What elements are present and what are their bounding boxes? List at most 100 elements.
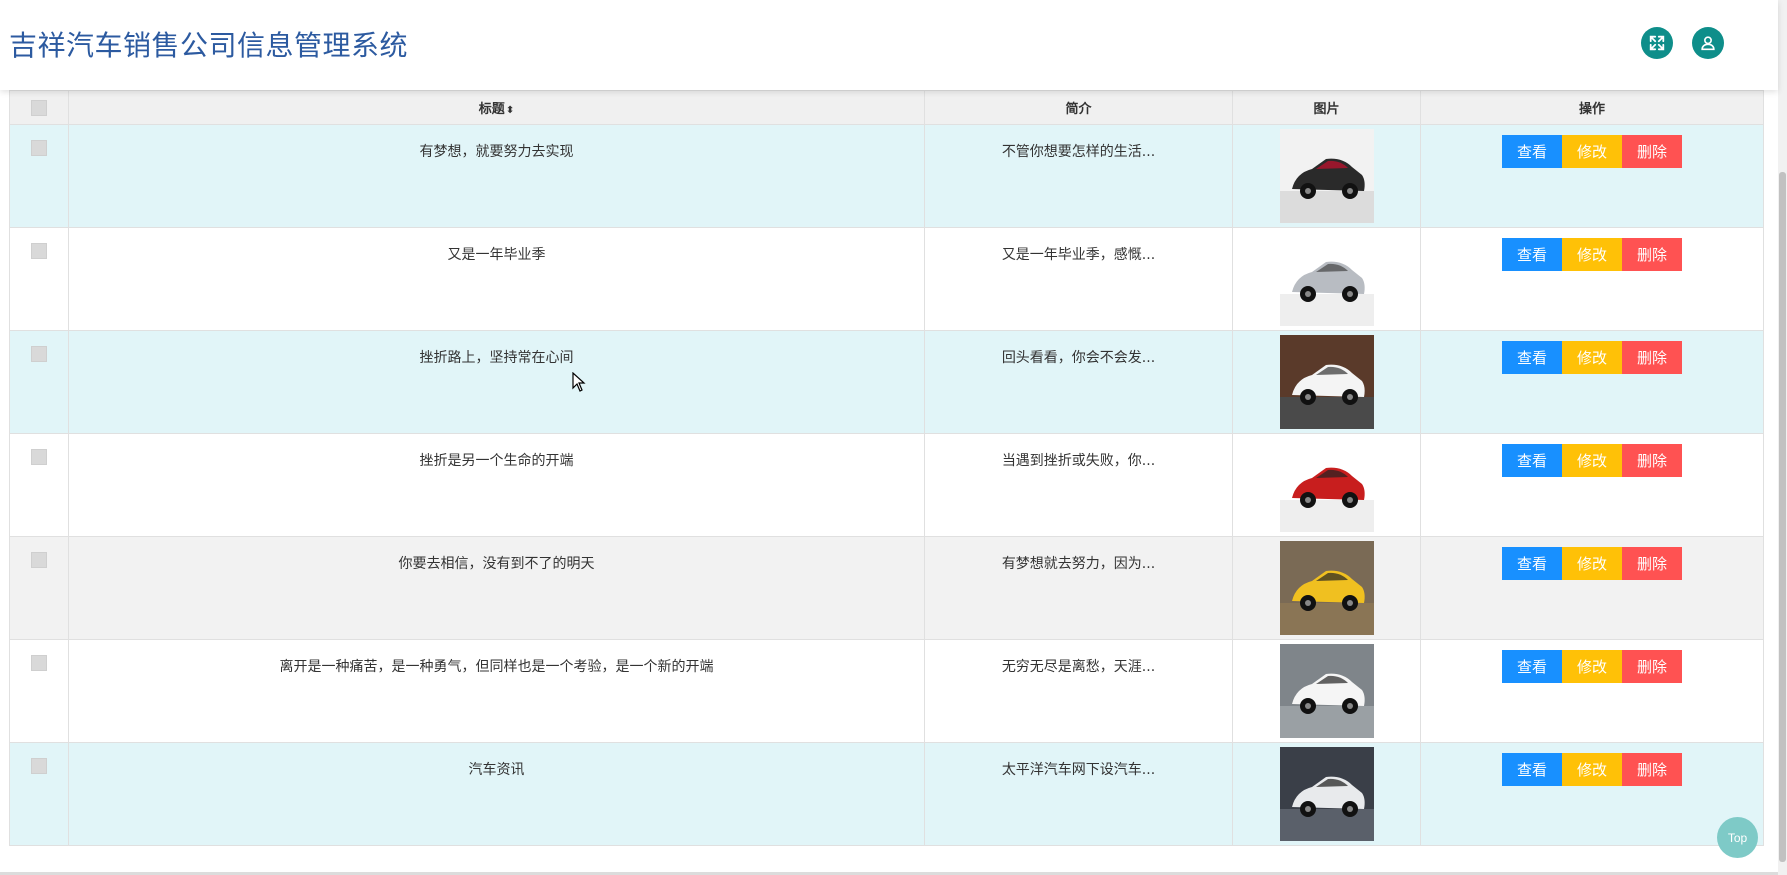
table-row[interactable]: 又是一年毕业季 又是一年毕业季，感慨... 查看 修改 删除 [9, 227, 1764, 331]
table-row[interactable]: 离开是一种痛苦，是一种勇气，但同样也是一个考验，是一个新的开端 无穷无尽是离愁，天… [9, 639, 1764, 743]
row-select-cell [9, 124, 69, 228]
car-image [1279, 335, 1374, 429]
row-summary: 无穷无尽是离愁，天涯... [1001, 659, 1156, 675]
edit-button[interactable]: 修改 [1562, 238, 1622, 271]
row-summary: 有梦想就去努力，因为... [1001, 556, 1156, 572]
row-title: 又是一年毕业季 [447, 247, 546, 263]
row-checkbox[interactable] [31, 552, 47, 568]
edit-button[interactable]: 修改 [1562, 341, 1622, 374]
edit-button[interactable]: 修改 [1562, 650, 1622, 683]
table-header-row: 标题⬍ 简介 图片 操作 [9, 90, 1764, 125]
back-to-top-button[interactable]: Top [1717, 817, 1758, 858]
image-cell [1232, 433, 1421, 537]
edit-button[interactable]: 修改 [1562, 547, 1622, 580]
row-select-cell [9, 639, 69, 743]
car-image [1279, 129, 1374, 223]
row-title: 离开是一种痛苦，是一种勇气，但同样也是一个考验，是一个新的开端 [279, 659, 714, 675]
fullscreen-icon[interactable] [1641, 27, 1673, 59]
column-header-title[interactable]: 标题⬍ [68, 90, 925, 125]
summary-cell: 回头看看，你会不会发... [924, 330, 1233, 434]
view-button[interactable]: 查看 [1502, 444, 1562, 477]
view-button[interactable]: 查看 [1502, 238, 1562, 271]
row-summary: 太平洋汽车网下设汽车... [1001, 762, 1156, 778]
delete-button[interactable]: 删除 [1622, 753, 1682, 786]
user-icon[interactable] [1692, 27, 1724, 59]
row-checkbox[interactable] [31, 758, 47, 774]
actions-cell: 查看 修改 删除 [1420, 330, 1764, 434]
row-checkbox[interactable] [31, 140, 47, 156]
select-all-cell [9, 90, 69, 125]
row-checkbox[interactable] [31, 346, 47, 362]
summary-cell: 当遇到挫折或失败，你... [924, 433, 1233, 537]
table-row[interactable]: 有梦想，就要努力去实现 不管你想要怎样的生活... 查看 修改 删除 [9, 124, 1764, 228]
row-select-cell [9, 227, 69, 331]
view-button[interactable]: 查看 [1502, 753, 1562, 786]
mouse-cursor-icon [572, 372, 586, 392]
row-summary: 不管你想要怎样的生活... [1001, 144, 1156, 160]
row-select-cell [9, 536, 69, 640]
title-cell: 汽车资讯 [68, 742, 925, 846]
summary-cell: 无穷无尽是离愁，天涯... [924, 639, 1233, 743]
image-cell [1232, 536, 1421, 640]
app-header: 吉祥汽车销售公司信息管理系统 [0, 0, 1778, 90]
delete-button[interactable]: 删除 [1622, 547, 1682, 580]
delete-button[interactable]: 删除 [1622, 650, 1682, 683]
car-image [1279, 644, 1374, 738]
view-button[interactable]: 查看 [1502, 650, 1562, 683]
delete-button[interactable]: 删除 [1622, 341, 1682, 374]
table-row[interactable]: 汽车资讯 太平洋汽车网下设汽车... 查看 修改 删除 [9, 742, 1764, 846]
image-cell [1232, 330, 1421, 434]
row-title: 挫折是另一个生命的开端 [419, 453, 574, 469]
scrollbar-thumb[interactable] [1779, 172, 1786, 862]
car-image [1279, 232, 1374, 326]
actions-cell: 查看 修改 删除 [1420, 433, 1764, 537]
sort-icon[interactable]: ⬍ [506, 105, 514, 116]
row-summary: 又是一年毕业季，感慨... [1001, 247, 1156, 263]
title-cell: 挫折路上，坚持常在心间 [68, 330, 925, 434]
table-row[interactable]: 挫折是另一个生命的开端 当遇到挫折或失败，你... 查看 修改 删除 [9, 433, 1764, 537]
table-row[interactable]: 挫折路上，坚持常在心间 回头看看，你会不会发... 查看 修改 删除 [9, 330, 1764, 434]
image-cell [1232, 639, 1421, 743]
row-select-cell [9, 742, 69, 846]
image-cell [1232, 742, 1421, 846]
row-checkbox[interactable] [31, 655, 47, 671]
actions-cell: 查看 修改 删除 [1420, 536, 1764, 640]
column-header-image: 图片 [1232, 90, 1421, 125]
row-checkbox[interactable] [31, 449, 47, 465]
delete-button[interactable]: 删除 [1622, 135, 1682, 168]
actions-cell: 查看 修改 删除 [1420, 124, 1764, 228]
row-title: 有梦想，就要努力去实现 [419, 144, 574, 160]
summary-cell: 太平洋汽车网下设汽车... [924, 742, 1233, 846]
car-image [1279, 747, 1374, 841]
summary-cell: 又是一年毕业季，感慨... [924, 227, 1233, 331]
actions-cell: 查看 修改 删除 [1420, 227, 1764, 331]
row-checkbox[interactable] [31, 243, 47, 259]
column-header-actions: 操作 [1420, 90, 1764, 125]
summary-cell: 不管你想要怎样的生活... [924, 124, 1233, 228]
column-header-summary: 简介 [924, 90, 1233, 125]
page-title: 吉祥汽车销售公司信息管理系统 [9, 29, 409, 62]
car-image [1279, 541, 1374, 635]
row-summary: 回头看看，你会不会发... [1001, 350, 1156, 366]
row-summary: 当遇到挫折或失败，你... [1001, 453, 1156, 469]
edit-button[interactable]: 修改 [1562, 135, 1622, 168]
edit-button[interactable]: 修改 [1562, 753, 1622, 786]
row-title: 挫折路上，坚持常在心间 [419, 350, 574, 366]
table-row[interactable]: 你要去相信，没有到不了的明天 有梦想就去努力，因为... 查看 修改 删除 [9, 536, 1764, 640]
delete-button[interactable]: 删除 [1622, 238, 1682, 271]
image-cell [1232, 227, 1421, 331]
summary-cell: 有梦想就去努力，因为... [924, 536, 1233, 640]
view-button[interactable]: 查看 [1502, 135, 1562, 168]
title-cell: 挫折是另一个生命的开端 [68, 433, 925, 537]
actions-cell: 查看 修改 删除 [1420, 742, 1764, 846]
view-button[interactable]: 查看 [1502, 547, 1562, 580]
view-button[interactable]: 查看 [1502, 341, 1562, 374]
image-cell [1232, 124, 1421, 228]
row-select-cell [9, 433, 69, 537]
edit-button[interactable]: 修改 [1562, 444, 1622, 477]
title-cell: 又是一年毕业季 [68, 227, 925, 331]
title-cell: 有梦想，就要努力去实现 [68, 124, 925, 228]
title-cell: 你要去相信，没有到不了的明天 [68, 536, 925, 640]
delete-button[interactable]: 删除 [1622, 444, 1682, 477]
select-all-checkbox[interactable] [31, 100, 47, 116]
